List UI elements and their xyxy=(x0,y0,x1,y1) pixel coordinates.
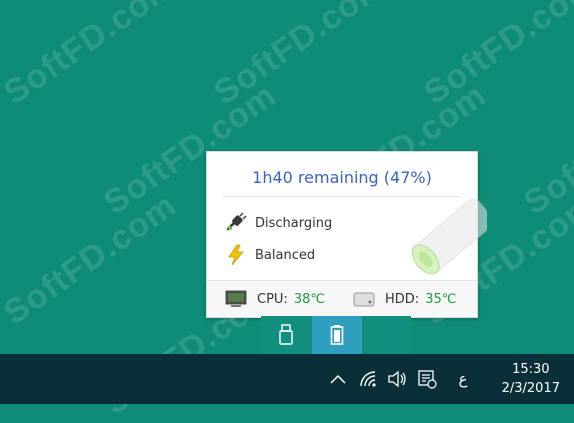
battery-icon xyxy=(330,325,344,345)
cpu-label: CPU: xyxy=(257,291,288,307)
speaker-icon xyxy=(388,370,406,388)
show-hidden-icons-button[interactable] xyxy=(326,354,350,404)
plug-icon xyxy=(226,212,247,231)
power-plan-label: Balanced xyxy=(255,247,316,263)
hdd-label: HDD: xyxy=(385,291,420,307)
status-label: Discharging xyxy=(255,215,333,231)
monitor-icon xyxy=(225,290,247,307)
hdd-sensor: HDD: 35℃ xyxy=(353,290,456,308)
action-center-button[interactable] xyxy=(414,354,440,404)
hdd-temp-value: 35℃ xyxy=(425,291,457,307)
divider xyxy=(223,196,461,197)
usb-drive-icon xyxy=(279,324,293,345)
volume-button[interactable] xyxy=(384,354,410,404)
notification-icon xyxy=(418,370,437,389)
sensors-footer: CPU: 38℃ HDD: 35℃ xyxy=(207,280,477,317)
clock-date: 2/3/2017 xyxy=(501,381,560,396)
watermark: SoftFD.com xyxy=(0,0,184,113)
clock[interactable]: 15:30 2/3/2017 xyxy=(502,360,560,398)
watermark: SoftFD.com xyxy=(0,185,184,333)
battery-remaining-title: 1h40 remaining (47%) xyxy=(252,168,432,187)
input-language-button[interactable]: ع xyxy=(452,354,474,404)
power-plan-row[interactable]: Balanced xyxy=(225,244,315,266)
battery-popup: 1h40 remaining (47%) Discharging Balance… xyxy=(206,151,487,318)
wifi-icon xyxy=(360,371,376,387)
discharging-row: Discharging xyxy=(225,212,332,234)
cpu-sensor: CPU: 38℃ xyxy=(225,290,325,308)
tray-battery-item[interactable] xyxy=(312,316,362,354)
battery-illustration-icon xyxy=(411,198,487,275)
chevron-up-icon xyxy=(330,374,346,384)
cpu-temp-value: 38℃ xyxy=(293,291,325,307)
taskbar: ع 15:30 2/3/2017 xyxy=(0,354,574,404)
network-button[interactable] xyxy=(356,354,382,404)
tray-usb-item[interactable] xyxy=(261,316,311,354)
tray-overflow xyxy=(261,316,411,354)
hard-drive-icon xyxy=(353,292,375,307)
lightning-icon xyxy=(228,244,244,266)
clock-time: 15:30 xyxy=(512,362,550,377)
